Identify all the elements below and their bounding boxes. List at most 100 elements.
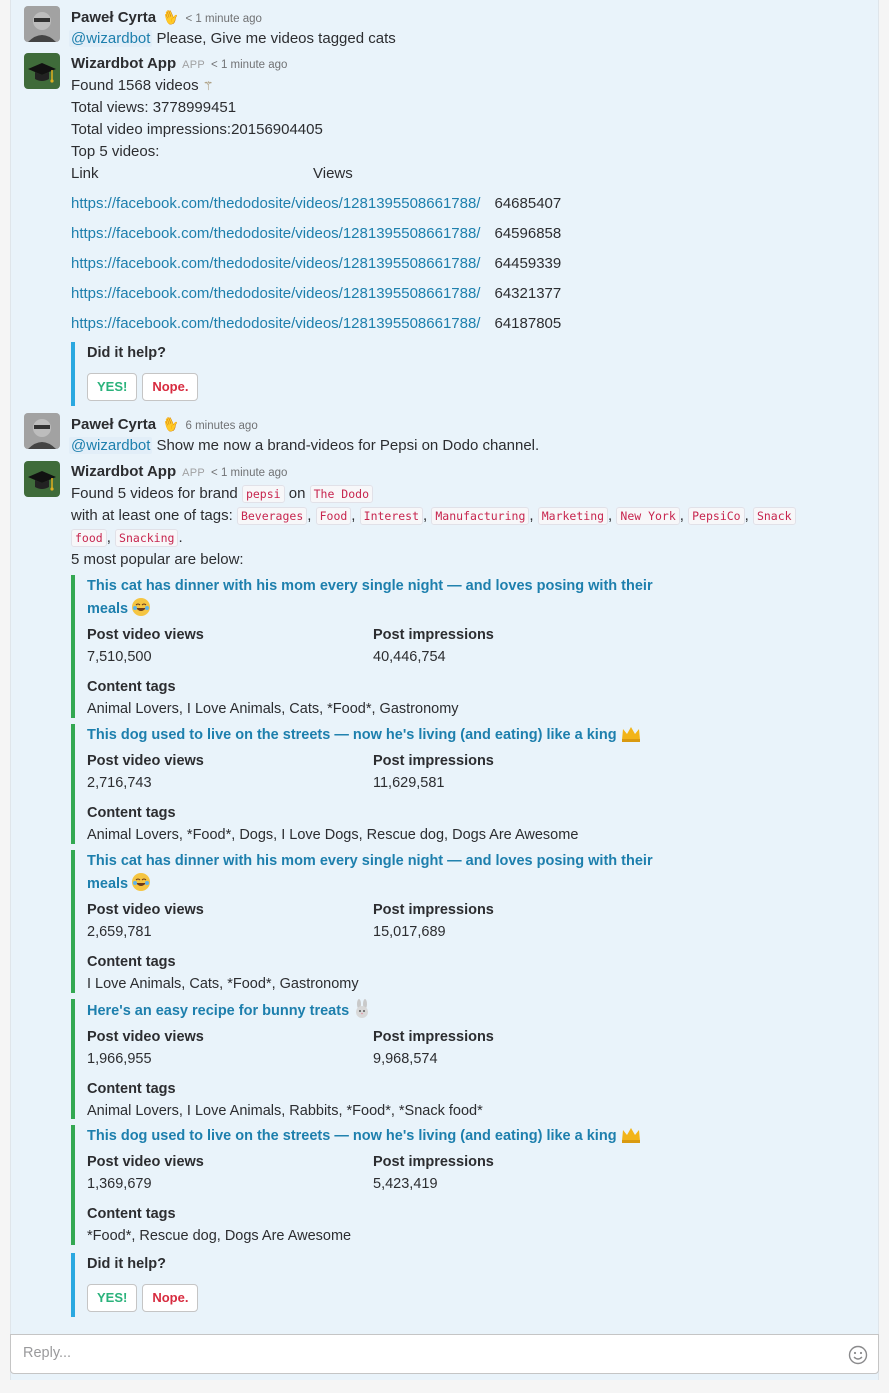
video-link[interactable]: https://facebook.com/thedodosite/videos/… xyxy=(71,225,480,242)
impressions-label: Post impressions xyxy=(373,902,494,918)
views-value: 2,716,743 xyxy=(87,775,152,791)
video-title[interactable]: This dog used to live on the streets — n… xyxy=(87,727,617,743)
tags-label: Content tags xyxy=(87,954,176,970)
tag-code: Marketing xyxy=(537,507,609,525)
tags-label: Content tags xyxy=(87,679,176,695)
table-row: https://facebook.com/thedodosite/videos/… xyxy=(71,309,860,339)
nope-button[interactable]: Nope. xyxy=(142,1284,199,1312)
found-text: Found 1568 videos xyxy=(71,77,199,94)
avatar[interactable] xyxy=(24,6,60,42)
tags-label: Content tags xyxy=(87,805,176,821)
wave-emoji-icon: ✋ xyxy=(159,413,182,435)
tag-code: Food xyxy=(315,507,352,525)
table-row: https://facebook.com/thedodosite/videos/… xyxy=(71,219,860,249)
feedback-question: Did it help? xyxy=(87,1256,166,1272)
table-header-views: Views xyxy=(313,165,353,182)
views-label: Post video views xyxy=(87,753,204,769)
impressions-value: 40,446,754 xyxy=(373,649,446,665)
author-name[interactable]: Wizardbot App xyxy=(71,463,176,480)
message-text: Please, Give me videos tagged cats xyxy=(156,30,396,47)
views-label: Post video views xyxy=(87,627,204,643)
views-value: 64187805 xyxy=(494,315,562,332)
message-text: Show me now a brand-videos for Pepsi on … xyxy=(156,437,540,454)
table-row: https://facebook.com/thedodosite/videos/… xyxy=(71,249,860,279)
tags-value: Animal Lovers, *Food*, Dogs, I Love Dogs… xyxy=(87,827,579,843)
video-attachment: This cat has dinner with his mom every s… xyxy=(71,575,691,718)
views-value: 64321377 xyxy=(494,285,562,302)
views-value: 64685407 xyxy=(494,195,562,212)
video-title[interactable]: This cat has dinner with his mom every s… xyxy=(87,853,653,869)
author-name[interactable]: Paweł Cyrta xyxy=(71,9,156,26)
feedback-attachment: Did it help? YES! Nope. xyxy=(71,1253,691,1317)
video-link[interactable]: https://facebook.com/thedodosite/videos/… xyxy=(71,285,480,302)
views-value: 7,510,500 xyxy=(87,649,152,665)
avatar[interactable] xyxy=(24,413,60,449)
views-value: 64459339 xyxy=(494,255,562,272)
author-name[interactable]: Wizardbot App xyxy=(71,55,176,72)
tag-code: New York xyxy=(616,507,680,525)
timestamp[interactable]: < 1 minute ago xyxy=(211,467,287,479)
nope-button[interactable]: Nope. xyxy=(142,373,199,401)
joy-emoji-icon xyxy=(131,872,151,899)
yes-button[interactable]: YES! xyxy=(87,373,138,401)
timestamp[interactable]: 6 minutes ago xyxy=(185,420,257,432)
video-link[interactable]: https://facebook.com/thedodosite/videos/… xyxy=(71,195,480,212)
video-title[interactable]: This cat has dinner with his mom every s… xyxy=(87,578,653,594)
impressions-label: Post impressions xyxy=(373,627,494,643)
views-value: 1,966,955 xyxy=(87,1051,152,1067)
yes-button[interactable]: YES! xyxy=(87,1284,138,1312)
tag-code: Interest xyxy=(359,507,424,525)
app-badge: APP xyxy=(182,467,206,479)
video-title[interactable]: This dog used to live on the streets — n… xyxy=(87,1128,617,1144)
video-title-cont[interactable]: meals xyxy=(87,601,128,617)
video-title[interactable]: Here's an easy recipe for bunny treats xyxy=(87,1003,349,1019)
smiley-icon[interactable] xyxy=(848,1345,868,1369)
video-link[interactable]: https://facebook.com/thedodosite/videos/… xyxy=(71,315,480,332)
top5-heading: Top 5 videos: xyxy=(71,143,160,160)
feedback-attachment: Did it help? YES! Nope. xyxy=(71,342,691,406)
impressions-label: Post impressions xyxy=(373,1154,494,1170)
video-link[interactable]: https://facebook.com/thedodosite/videos/… xyxy=(71,255,480,272)
tag-code: Snacking xyxy=(115,529,179,547)
video-title-cont[interactable]: meals xyxy=(87,876,128,892)
bot-avatar[interactable] xyxy=(24,461,60,497)
tags-value: Animal Lovers, I Love Animals, Cats, *Fo… xyxy=(87,701,459,717)
joy-emoji-icon xyxy=(131,597,151,624)
tags-label: Content tags xyxy=(87,1081,176,1097)
tags-label: Content tags xyxy=(87,1206,176,1222)
timestamp[interactable]: < 1 minute ago xyxy=(211,59,287,71)
mention-link[interactable]: @wizardbot xyxy=(69,437,153,454)
tags-value: *Food*, Rescue dog, Dogs Are Awesome xyxy=(87,1228,352,1244)
views-label: Post video views xyxy=(87,1029,204,1045)
wave-emoji-icon: ✋ xyxy=(159,6,182,28)
impressions-value: 5,423,419 xyxy=(373,1176,438,1192)
impressions-value: 15,017,689 xyxy=(373,924,446,940)
reply-input[interactable]: Reply... xyxy=(23,1345,71,1361)
video-attachment: This cat has dinner with his mom every s… xyxy=(71,850,691,993)
magic-wand-icon: ⚚ xyxy=(202,79,214,93)
tags-value: Animal Lovers, I Love Animals, Rabbits, … xyxy=(87,1103,483,1119)
bot-avatar[interactable] xyxy=(24,53,60,89)
feedback-question: Did it help? xyxy=(87,345,166,361)
timestamp[interactable]: < 1 minute ago xyxy=(185,13,261,25)
impressions-value: 11,629,581 xyxy=(373,775,445,791)
views-label: Post video views xyxy=(87,902,204,918)
channel-code: The Dodo xyxy=(309,485,373,503)
crown-emoji-icon xyxy=(620,1126,642,1151)
table-row: https://facebook.com/thedodosite/videos/… xyxy=(71,279,860,309)
author-name[interactable]: Paweł Cyrta xyxy=(71,416,156,433)
crown-emoji-icon xyxy=(620,725,642,750)
table-header-link: Link xyxy=(71,165,99,182)
tag-code: Manufacturing xyxy=(431,507,530,525)
tag-code: PepsiCo xyxy=(688,507,745,525)
views-value: 1,369,679 xyxy=(87,1176,152,1192)
video-attachment: Here's an easy recipe for bunny treats P… xyxy=(71,999,691,1119)
tag-code: food xyxy=(71,529,107,547)
total-views: Total views: 3778999451 xyxy=(71,99,237,116)
tag-code: Snack xyxy=(752,507,796,525)
reply-composer[interactable]: Reply... xyxy=(10,1334,879,1374)
tags-prefix: with at least one of tags: xyxy=(71,507,233,524)
table-row: https://facebook.com/thedodosite/videos/… xyxy=(71,189,860,219)
popular-heading: 5 most popular are below: xyxy=(71,551,244,568)
mention-link[interactable]: @wizardbot xyxy=(69,30,153,47)
